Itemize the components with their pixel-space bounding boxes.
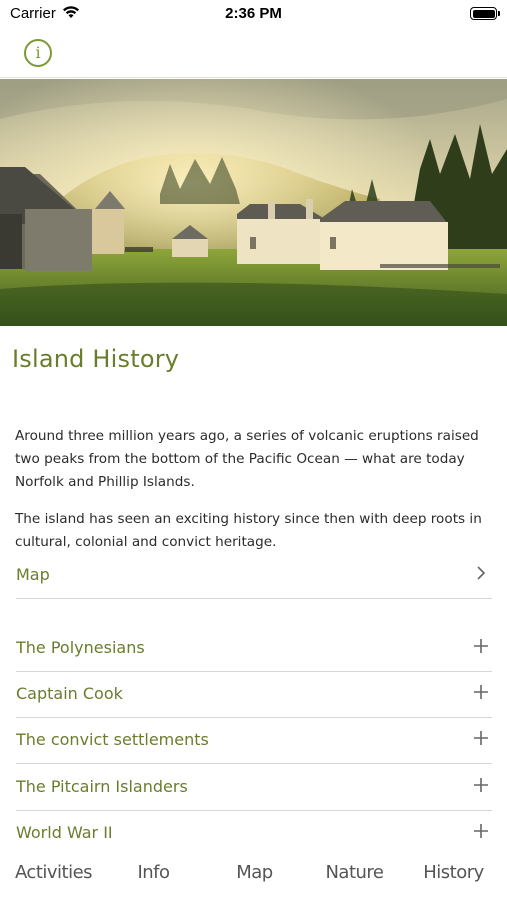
plus-icon	[474, 639, 488, 653]
info-icon[interactable]: i	[24, 39, 52, 67]
section-row-captain-cook[interactable]: Captain Cook	[16, 672, 492, 718]
section-label: The convict settlements	[16, 730, 209, 749]
section-label: The Pitcairn Islanders	[16, 777, 188, 796]
plus-icon	[474, 778, 488, 792]
tab-info[interactable]: Info	[103, 862, 204, 883]
tab-nature[interactable]: Nature	[304, 862, 405, 883]
page-title: Island History	[12, 345, 180, 373]
hero-image	[0, 79, 507, 326]
section-label: Captain Cook	[16, 684, 123, 703]
section-row-convict-settlements[interactable]: The convict settlements	[16, 718, 492, 764]
tab-map[interactable]: Map	[204, 862, 305, 883]
section-label: The Polynesians	[16, 638, 145, 657]
tab-history[interactable]: History	[403, 862, 504, 883]
tab-activities[interactable]: Activities	[3, 862, 104, 883]
map-link-label: Map	[16, 565, 50, 584]
map-link-row[interactable]: Map	[16, 553, 492, 599]
intro-paragraph: Around three million years ago, a series…	[15, 428, 479, 490]
clock: 2:36 PM	[225, 5, 282, 22]
plus-icon	[474, 824, 488, 838]
section-row-polynesians[interactable]: The Polynesians	[16, 626, 492, 672]
chevron-right-icon	[477, 566, 486, 580]
plus-icon	[474, 685, 488, 699]
tab-bar: Activities Info Map Nature History	[0, 854, 507, 900]
battery-icon	[470, 7, 500, 20]
intro-paragraph: The island has seen an exciting history …	[15, 511, 482, 550]
section-row-pitcairn-islanders[interactable]: The Pitcairn Islanders	[16, 765, 492, 811]
status-bar: Carrier 2:36 PM	[0, 0, 507, 28]
section-row-world-war-ii[interactable]: World War II	[16, 811, 492, 857]
navigation-bar: i	[0, 28, 507, 78]
plus-icon	[474, 731, 488, 745]
section-label: World War II	[16, 823, 113, 842]
